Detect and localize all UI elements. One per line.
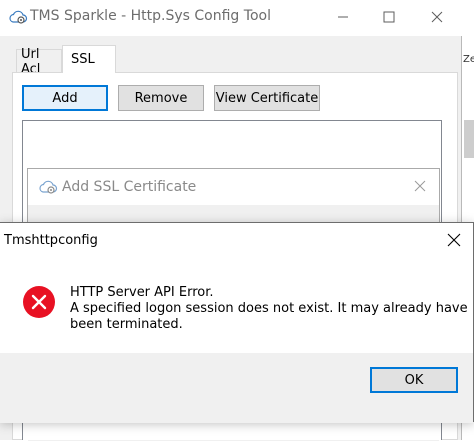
tab-label: SSL [71,52,95,67]
maximize-button[interactable] [366,0,412,36]
background-scrollbar-thumb[interactable] [464,120,474,158]
error-message-line: A specified logon session does not exist… [70,301,468,316]
ssl-dialog-title: Add SSL Certificate [62,179,197,195]
error-message-box: Tmshttpconfig HTTP Server API Error. A s… [0,222,474,423]
view-certificate-button-label: View Certificate [215,90,319,106]
minimize-icon [337,11,349,26]
remove-button[interactable]: Remove [118,85,204,111]
certificate-list-bottom [22,422,442,440]
close-icon [447,233,461,250]
message-box-close-button[interactable] [442,229,466,253]
ok-button[interactable]: OK [370,367,458,393]
view-certificate-button[interactable]: View Certificate [214,85,320,111]
close-button[interactable] [414,0,460,36]
tab-url-acl[interactable]: Url Acl [16,47,62,77]
error-message-line: HTTP Server API Error. [70,285,214,300]
close-icon [414,180,426,195]
error-message-line: been terminated. [70,317,183,332]
add-button[interactable]: Add [22,85,108,111]
main-titlebar[interactable]: TMS Sparkle - Http.Sys Config Tool [0,0,462,36]
minimize-button[interactable] [320,0,366,36]
cloud-gear-icon [38,179,58,195]
maximize-icon [383,11,395,26]
ssl-dialog-close-button[interactable] [410,177,430,197]
close-icon [431,11,443,26]
remove-button-label: Remove [134,90,188,106]
cloud-gear-icon [8,9,28,25]
ok-button-label: OK [404,372,424,388]
background-window-text: Ze [463,54,474,65]
ssl-dialog-titlebar[interactable]: Add SSL Certificate [28,169,439,205]
error-icon [22,285,56,319]
message-box-title: Tmshttpconfig [4,233,98,248]
window-title: TMS Sparkle - Http.Sys Config Tool [30,8,271,24]
add-button-label: Add [52,90,78,106]
tab-ssl[interactable]: SSL [62,45,116,73]
